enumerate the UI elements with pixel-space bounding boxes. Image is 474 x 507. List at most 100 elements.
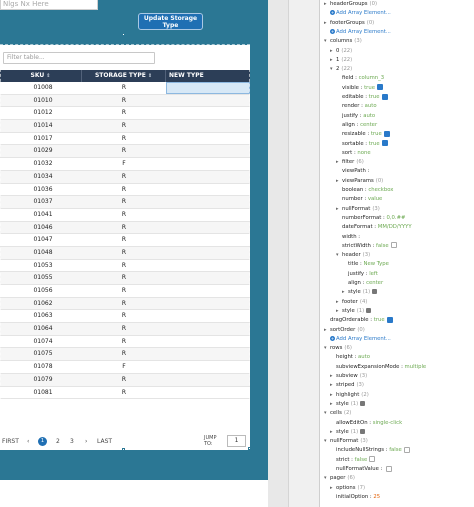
property-row[interactable]: ▸ footerGroups (0)	[324, 19, 374, 27]
property-row[interactable]: height : auto	[330, 353, 370, 361]
property-checkbox[interactable]	[369, 456, 376, 463]
property-row[interactable]: sort : none	[336, 149, 371, 157]
property-key: strict	[336, 456, 350, 463]
property-value[interactable]: checkbox	[368, 187, 393, 193]
property-row[interactable]: ▸ options (7)	[330, 484, 365, 492]
property-key: highlight	[336, 391, 360, 398]
property-checkbox[interactable]	[376, 84, 383, 91]
property-row[interactable]: includeNullStrings : false	[330, 446, 410, 454]
binding-icon[interactable]	[360, 400, 366, 406]
property-row[interactable]: numberFormat : 0,0.##	[336, 214, 405, 222]
property-value[interactable]: true	[369, 94, 380, 100]
property-row[interactable]: nullFormatValue :	[330, 465, 393, 473]
property-row[interactable]: ▾ nullFormat (3)	[324, 437, 368, 445]
property-row[interactable]: ▸ style (1)	[336, 307, 372, 315]
property-value[interactable]: single-click	[373, 420, 402, 426]
property-row[interactable]: justify : left	[342, 270, 378, 278]
binding-icon[interactable]	[360, 428, 366, 434]
binding-icon[interactable]	[372, 289, 378, 295]
add-array-element-link[interactable]: + Add Array Element...	[330, 28, 391, 36]
property-row[interactable]: align : center	[342, 279, 383, 287]
property-row[interactable]: ▸ highlight (2)	[330, 391, 369, 399]
property-checkbox[interactable]	[390, 242, 397, 249]
property-row[interactable]: ▸ 0 (22)	[330, 47, 352, 55]
property-value[interactable]: false	[389, 447, 402, 453]
property-checkbox[interactable]	[386, 316, 393, 323]
property-row[interactable]: ▾ columns (3)	[324, 37, 362, 45]
property-value[interactable]: center	[360, 122, 377, 128]
top-search-input[interactable]: Nlgs Nx Here	[0, 0, 98, 10]
property-row[interactable]: ▸ striped (3)	[330, 381, 364, 389]
add-array-element-link[interactable]: + Add Array Element...	[330, 9, 391, 17]
add-array-element-link[interactable]: + Add Array Element...	[330, 335, 391, 343]
property-row[interactable]: number : value	[336, 195, 382, 203]
property-row[interactable]: boolean : checkbox	[336, 186, 393, 194]
property-value[interactable]: center	[366, 280, 383, 286]
resize-handle-top[interactable]	[122, 33, 125, 36]
property-row[interactable]: ▾ 2 (22)	[330, 65, 352, 73]
property-row[interactable]: subviewExpansionMode : multiple	[330, 363, 426, 371]
binding-icon[interactable]	[366, 307, 372, 313]
property-row[interactable]: ▸ style (1)	[342, 288, 378, 296]
property-value[interactable]: column_3	[359, 75, 385, 81]
property-value[interactable]: false	[376, 243, 389, 249]
property-checkbox[interactable]	[383, 130, 390, 137]
property-row[interactable]: align : center	[336, 121, 377, 129]
property-row[interactable]: strict : false	[330, 456, 376, 464]
resize-handle-corner[interactable]	[248, 447, 251, 450]
property-row[interactable]: width :	[336, 233, 360, 241]
property-row[interactable]: ▾ header (3)	[336, 251, 370, 259]
property-value[interactable]: left	[369, 271, 378, 277]
property-row[interactable]: visible : true	[336, 84, 383, 92]
property-key: style	[348, 289, 361, 296]
property-row[interactable]: justify : auto	[336, 112, 375, 120]
update-storage-type-button[interactable]: Update Storage Type	[138, 13, 203, 30]
property-row[interactable]: editable : true	[336, 93, 388, 101]
property-checkbox[interactable]	[381, 93, 388, 100]
property-value[interactable]: MM/DD/YYYY	[378, 224, 412, 230]
property-value[interactable]: true	[369, 141, 380, 147]
property-row[interactable]: ▸ subview (3)	[330, 372, 367, 380]
property-value[interactable]: auto	[365, 103, 377, 109]
property-row[interactable]: ▾ cells (2)	[324, 409, 351, 417]
property-row[interactable]: ▸ sortOrder (0)	[324, 326, 365, 334]
property-checkbox[interactable]	[386, 465, 393, 472]
panel-divider[interactable]	[288, 0, 319, 507]
property-row[interactable]: field : column_3	[336, 74, 384, 82]
property-row[interactable]: dateFormat : MM/DD/YYYY	[336, 223, 412, 231]
property-value[interactable]: true	[371, 131, 382, 137]
property-row[interactable]: ▸ footer (4)	[336, 298, 367, 306]
property-value[interactable]: true	[374, 317, 385, 323]
property-row[interactable]: ▸ nullFormat (3)	[336, 205, 380, 213]
property-value[interactable]: false	[355, 457, 368, 463]
property-row[interactable]: ▾ rows (6)	[324, 344, 352, 352]
property-row[interactable]: allowEditOn : single-click	[330, 419, 402, 427]
property-value[interactable]: New Type	[364, 261, 389, 267]
property-value[interactable]: value	[368, 196, 382, 202]
property-value[interactable]: true	[364, 85, 375, 91]
property-row[interactable]: dragOrderable : true	[324, 316, 393, 324]
property-row[interactable]: render : auto	[336, 102, 377, 110]
property-value[interactable]: 25	[373, 494, 380, 500]
property-value[interactable]: none	[357, 150, 370, 156]
property-row[interactable]: ▸ style (1)	[330, 428, 366, 436]
property-row[interactable]: resizable : true	[336, 130, 390, 138]
property-value[interactable]: auto	[363, 113, 375, 119]
property-row[interactable]: ▸ filter (6)	[336, 158, 364, 166]
property-value[interactable]: 0,0.##	[387, 215, 406, 221]
property-row[interactable]: sortable : true	[336, 140, 388, 148]
property-row[interactable]: initialOption : 25	[330, 493, 380, 501]
property-row[interactable]: viewPath :	[336, 167, 369, 175]
property-value[interactable]: auto	[358, 354, 370, 360]
property-row[interactable]: ▸ viewParams (0)	[336, 177, 383, 185]
property-value[interactable]: multiple	[405, 364, 427, 370]
property-row[interactable]: ▸ style (1)	[330, 400, 366, 408]
property-checkbox[interactable]	[403, 446, 410, 453]
property-row[interactable]: title : New Type	[342, 260, 389, 268]
property-row[interactable]: ▸ 1 (22)	[330, 56, 352, 64]
property-checkbox[interactable]	[381, 140, 388, 146]
property-row[interactable]: strictWidth : false	[336, 242, 397, 250]
resize-handle-bottom[interactable]	[122, 448, 125, 451]
property-row[interactable]: ▸ headerGroups (0)	[324, 0, 377, 8]
property-row[interactable]: ▾ pager (6)	[324, 474, 355, 482]
